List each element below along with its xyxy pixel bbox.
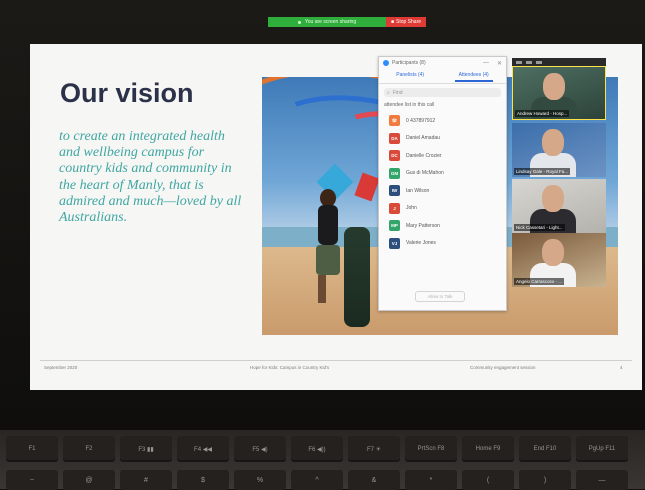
- participant-name: Valerie Jones: [406, 240, 436, 247]
- video-tile-name: Andrew Howard - Hosp...: [515, 110, 570, 117]
- layout-icon[interactable]: [526, 60, 532, 64]
- key-dash[interactable]: —: [576, 470, 628, 490]
- stop-share-label: Stop Share: [396, 19, 422, 25]
- participant-row[interactable]: J John: [379, 200, 506, 218]
- key-f1[interactable]: F1: [6, 436, 58, 462]
- tab-panelists[interactable]: Panelists (4): [392, 70, 428, 82]
- share-status[interactable]: You are screen sharing: [268, 17, 386, 27]
- participant-row[interactable]: DA Daniel Amadau: [379, 130, 506, 148]
- child-with-kite: [308, 187, 348, 307]
- key-f6[interactable]: F6 ◀)): [291, 436, 343, 462]
- key-caret[interactable]: ^: [291, 470, 343, 490]
- participant-row[interactable]: DC Danielle Crozier: [379, 147, 506, 165]
- footer-session: Community engagement session: [470, 365, 536, 370]
- participant-name: Gus di McMahon: [406, 170, 444, 177]
- key-paren-open[interactable]: (: [462, 470, 514, 490]
- footer-project: Hope for Kids: Campus in Country Kid's: [250, 365, 330, 370]
- participant-row[interactable]: MP Mary Patterson: [379, 217, 506, 235]
- key-f7[interactable]: F7 ☀: [348, 436, 400, 462]
- tab-attendees[interactable]: Attendees (4): [454, 70, 493, 82]
- participant-avatar: VJ: [389, 237, 400, 249]
- key-dollar[interactable]: $: [177, 470, 229, 490]
- participant-avatar: DC: [389, 150, 400, 162]
- view-toggle-icon[interactable]: [516, 60, 522, 64]
- key-percent[interactable]: %: [234, 470, 286, 490]
- participants-title: Participants (8): [392, 60, 426, 66]
- key-at[interactable]: @: [63, 470, 115, 490]
- participant-avatar: ☏: [389, 115, 400, 127]
- key-f5[interactable]: F5 ◀): [234, 436, 286, 462]
- participant-avatar: DA: [389, 132, 400, 144]
- slide-title: Our vision: [60, 78, 194, 108]
- participant-name: Daniel Amadau: [406, 135, 440, 142]
- key-f3[interactable]: F3 ▮▮: [120, 436, 172, 462]
- key-f8[interactable]: PrtScn F8: [405, 436, 457, 462]
- participant-row[interactable]: IW Ian Wilson: [379, 182, 506, 200]
- participant-search[interactable]: ⌕ Find: [384, 88, 501, 97]
- presentation-slide: Our vision to create an integrated healt…: [30, 44, 642, 390]
- participant-avatar: IW: [389, 185, 400, 197]
- participants-titlebar: Participants (8) — ✕: [379, 57, 506, 69]
- key-f2[interactable]: F2: [63, 436, 115, 462]
- participant-avatar: J: [389, 202, 400, 214]
- share-dot-icon: [297, 20, 301, 24]
- participant-name: Mary Patterson: [406, 222, 440, 229]
- minimize-icon[interactable]: —: [483, 60, 489, 67]
- participants-panel: Participants (8) — ✕ Panelists (4) Atten…: [378, 56, 507, 311]
- allow-to-talk-button[interactable]: Allow to Talk: [415, 291, 465, 302]
- participant-row[interactable]: ☏ 0 437897912: [379, 112, 506, 130]
- participant-avatar: GM: [389, 167, 400, 179]
- video-strip-header: [512, 58, 606, 66]
- close-icon[interactable]: ✕: [497, 60, 502, 67]
- video-tile[interactable]: Nick Cassetari - Light...: [512, 179, 606, 233]
- key-ampersand[interactable]: &: [348, 470, 400, 490]
- participant-name: John: [406, 205, 417, 212]
- participant-name: Ian Wilson: [406, 187, 430, 194]
- video-tile-name: Lindsay Gale - Royal Fa...: [514, 168, 571, 175]
- laptop-keyboard: F1 F2 F3 ▮▮ F4 ◀◀ F5 ◀) F6 ◀)) F7 ☀ PrtS…: [0, 430, 645, 490]
- key-hash[interactable]: #: [120, 470, 172, 490]
- participant-name: 0 437897912: [406, 117, 436, 124]
- video-tile[interactable]: Andrew Howard - Hosp...: [512, 66, 606, 120]
- key-f10[interactable]: End F10: [519, 436, 571, 462]
- key-f11[interactable]: PgUp F11: [576, 436, 628, 462]
- key-asterisk[interactable]: *: [405, 470, 457, 490]
- slide-footer: September 2020 Hope for Kids: Campus in …: [40, 360, 632, 373]
- video-tile-name: Angelo Carrascoso - ...: [514, 278, 565, 285]
- screen-share-toolbar: You are screen sharing ■ Stop Share: [268, 17, 426, 27]
- function-key-row: F1 F2 F3 ▮▮ F4 ◀◀ F5 ◀) F6 ◀)) F7 ☀ PrtS…: [6, 436, 628, 462]
- video-tile[interactable]: Angelo Carrascoso - ...: [512, 233, 606, 287]
- stop-share-button[interactable]: ■ Stop Share: [386, 17, 426, 27]
- video-tile-name: Nick Cassetari - Light...: [514, 224, 565, 231]
- key-f9[interactable]: Home F9: [462, 436, 514, 462]
- search-placeholder: Find: [392, 89, 403, 96]
- vision-statement: to create an integrated health and wellb…: [59, 129, 242, 226]
- participant-row[interactable]: VJ Valerie Jones: [379, 235, 506, 253]
- zoom-logo-icon: [383, 60, 389, 66]
- stop-icon: ■: [390, 19, 394, 25]
- search-icon: ⌕: [387, 89, 390, 96]
- participant-name: Danielle Crozier: [406, 152, 442, 159]
- participant-avatar: MP: [389, 220, 400, 232]
- participants-tabs: Panelists (4) Attendees (4): [379, 69, 506, 84]
- share-status-text: You are screen sharing: [304, 19, 357, 25]
- second-child: [344, 227, 370, 327]
- attendee-section-label: attendee list in this call: [384, 102, 435, 108]
- collapse-icon[interactable]: [536, 60, 542, 64]
- key-f4[interactable]: F4 ◀◀: [177, 436, 229, 462]
- footer-date: September 2020: [44, 365, 78, 370]
- participant-row[interactable]: GM Gus di McMahon: [379, 165, 506, 183]
- video-tile[interactable]: Lindsay Gale - Royal Fa...: [512, 123, 606, 177]
- page-number: 4: [620, 365, 623, 370]
- key-paren-close[interactable]: ): [519, 470, 571, 490]
- key-tilde[interactable]: ~: [6, 470, 58, 490]
- number-key-row: ~ @ # $ % ^ & * ( ) —: [6, 470, 628, 490]
